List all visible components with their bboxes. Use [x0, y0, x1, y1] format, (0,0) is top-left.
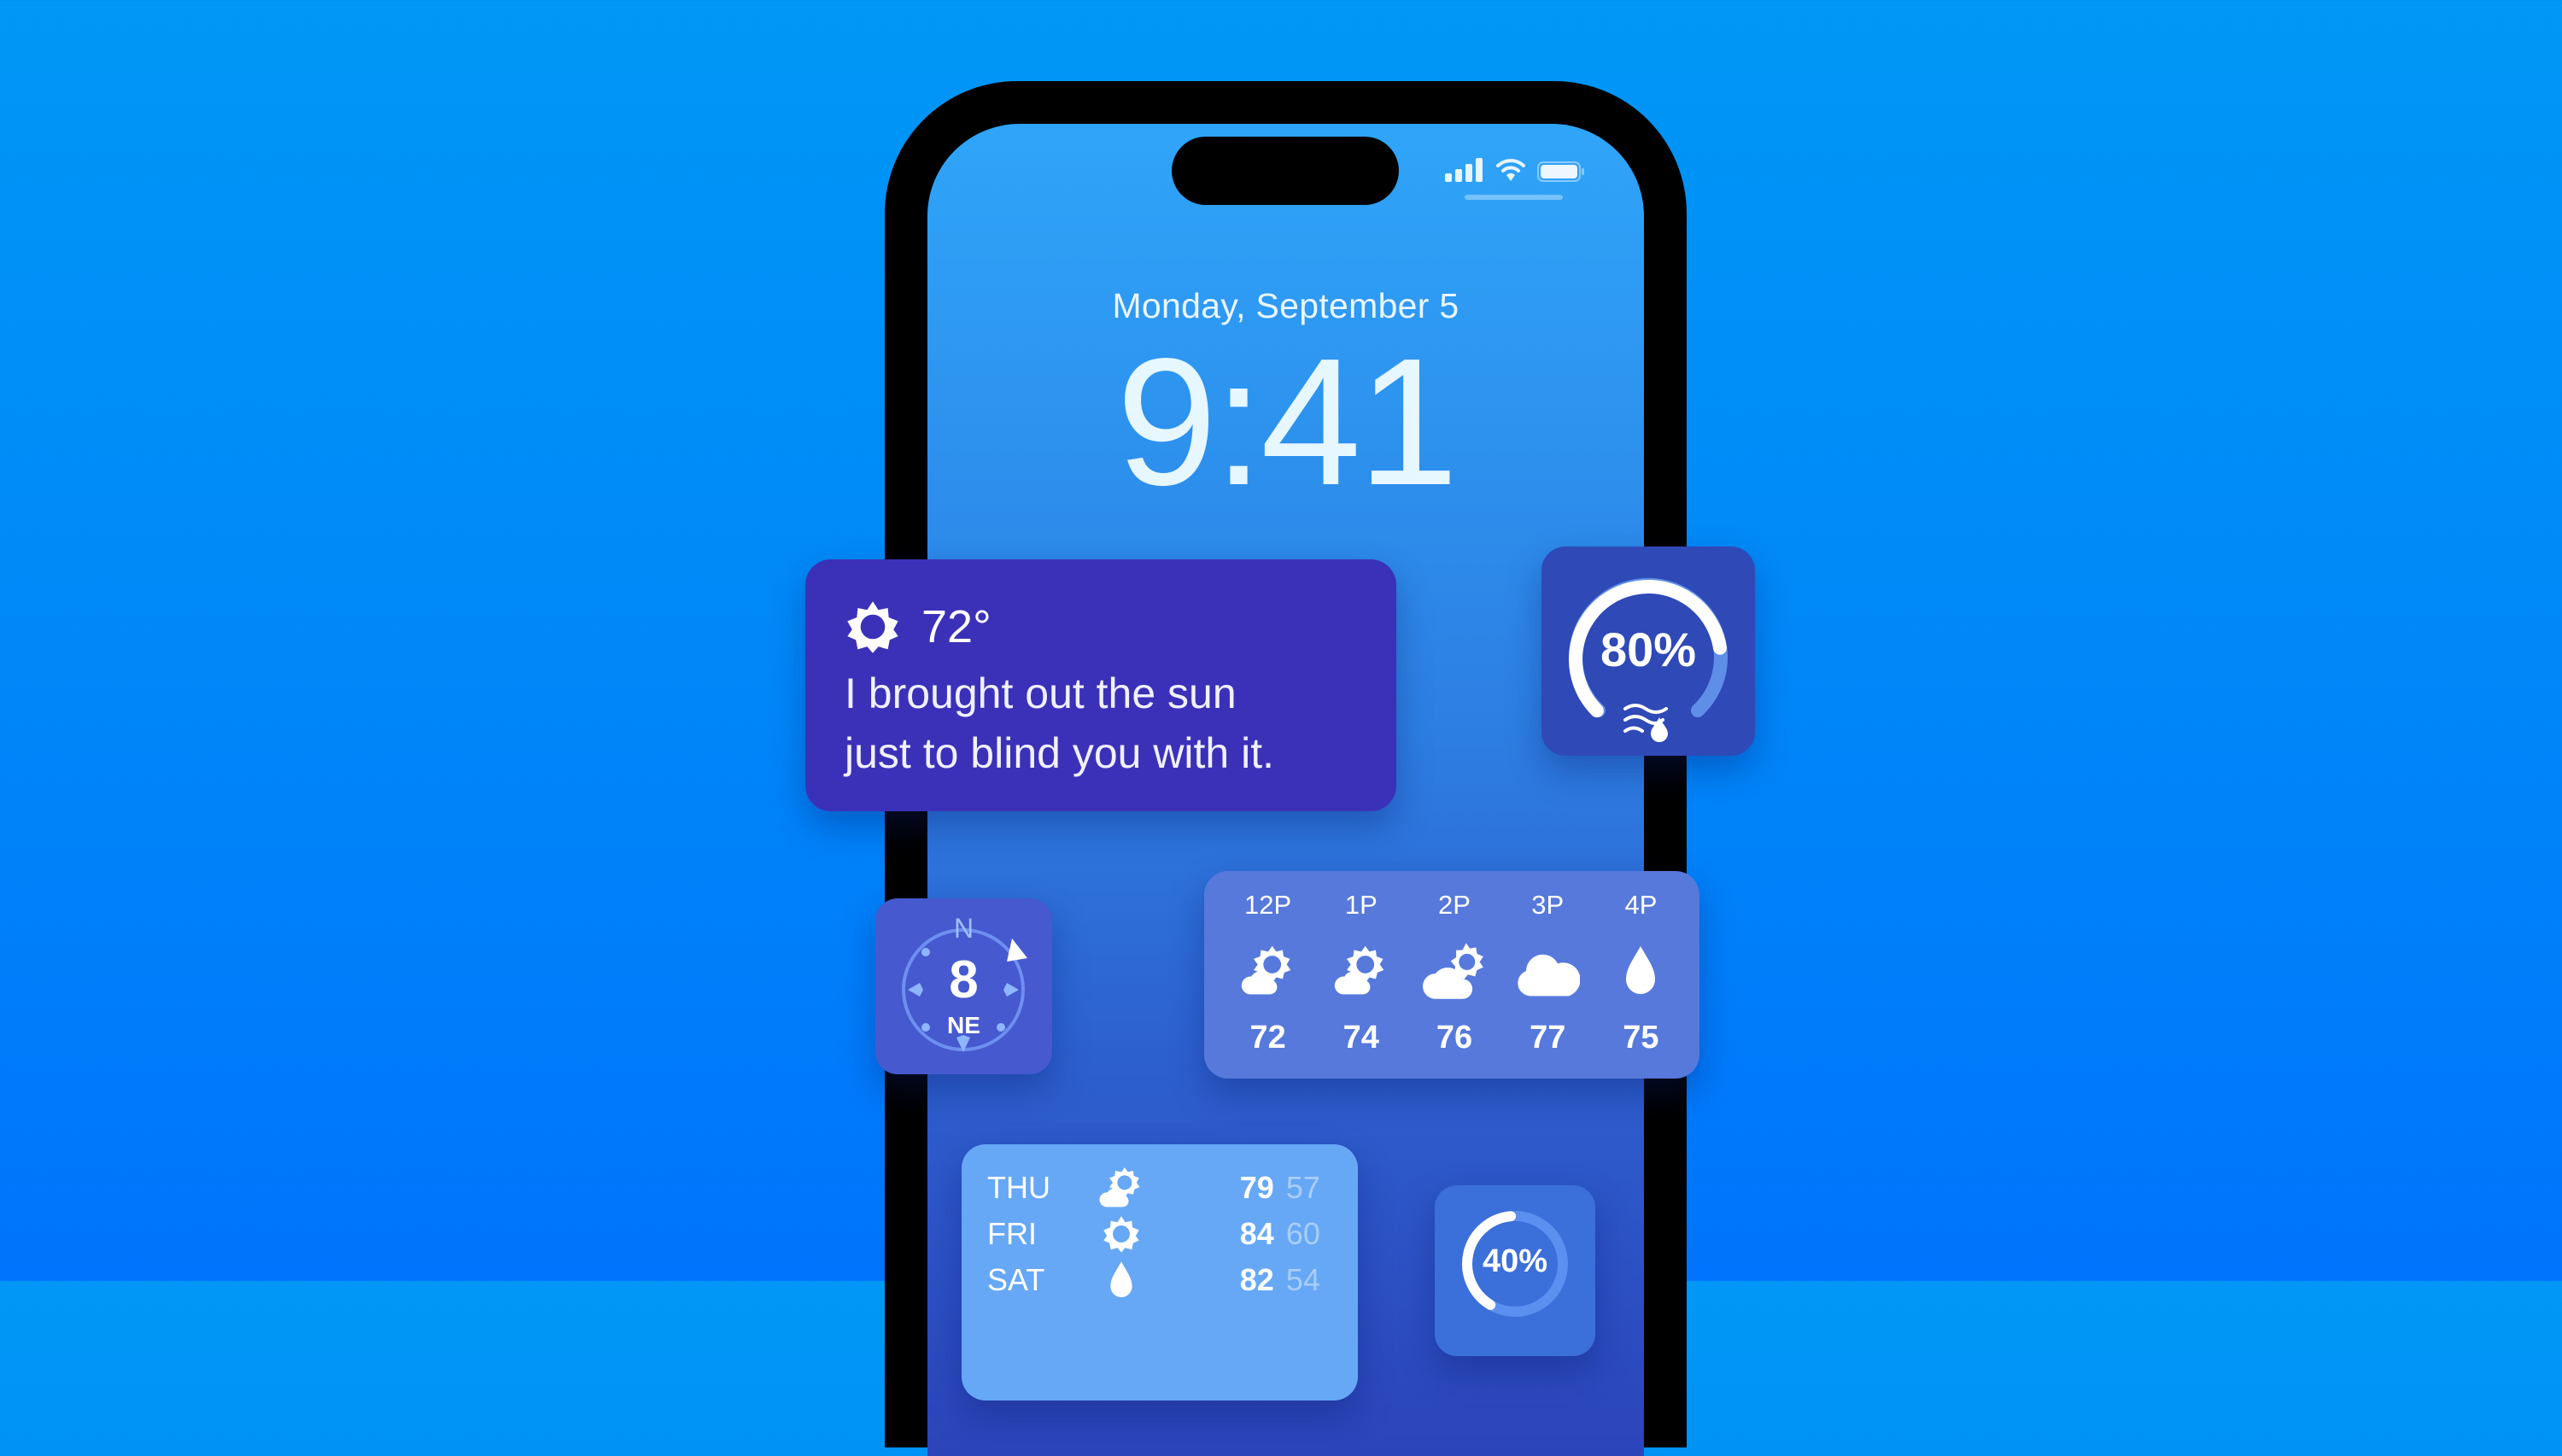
wind-widget[interactable]: N 8 NE	[875, 898, 1052, 1074]
quote-line-1: I brought out the sun	[845, 670, 1237, 717]
sun-icon	[1102, 1214, 1141, 1254]
status-bar	[1445, 158, 1585, 182]
humidity-value: 80%	[1600, 623, 1697, 676]
forecast-hour: 1P	[1344, 890, 1378, 920]
daily-forecast-row: SAT 82 54	[987, 1257, 1332, 1303]
forecast-day: THU	[987, 1170, 1050, 1205]
wind-speed: 8	[949, 950, 979, 1009]
precipitation-widget[interactable]: 40%	[1435, 1185, 1595, 1356]
battery-icon	[1537, 161, 1584, 182]
humidity-widget[interactable]: 80%	[1541, 547, 1755, 756]
partly-sunny-icon	[1098, 1165, 1144, 1211]
compass-north-label: N	[953, 913, 974, 944]
dynamic-island	[1172, 137, 1399, 205]
humidity-icon	[1623, 704, 1668, 742]
lock-screen-clock: 9:41	[1116, 320, 1459, 523]
forecast-temp: 76	[1436, 1020, 1473, 1055]
hourly-forecast-item: 2P 76	[1407, 890, 1500, 1056]
cloud-icon	[1515, 939, 1580, 1003]
forecast-low: 60	[1285, 1216, 1320, 1251]
forecast-temp: 77	[1530, 1020, 1566, 1055]
forecast-hour: 3P	[1531, 890, 1565, 920]
quote-line-2: just to blind you with it.	[845, 729, 1275, 777]
weather-quote-widget[interactable]: 72° I brought out the sun just to blind …	[805, 559, 1396, 811]
hourly-forecast-item: 4P 75	[1594, 890, 1688, 1056]
forecast-temp: 74	[1342, 1020, 1379, 1055]
forecast-high: 79	[1239, 1170, 1274, 1205]
forecast-high: 84	[1239, 1216, 1274, 1251]
daily-forecast-row: FRI 84 60	[987, 1211, 1332, 1257]
forecast-hour: 12P	[1244, 890, 1292, 920]
forecast-temp: 75	[1623, 1020, 1659, 1055]
partly-sunny-icon	[1240, 943, 1296, 999]
mostly-cloudy-icon	[1423, 939, 1486, 1003]
hourly-forecast-widget[interactable]: 12P 72 1P 74 2P 76 3P 77 4P 75	[1204, 871, 1699, 1079]
hourly-forecast-item: 1P 74	[1314, 890, 1407, 1056]
daily-forecast-row: THU 79 57	[987, 1165, 1332, 1211]
rain-drop-icon	[1611, 941, 1670, 1001]
sun-icon	[845, 599, 901, 655]
forecast-low: 54	[1285, 1262, 1320, 1297]
daily-forecast-widget[interactable]: THU 79 57 FRI 84 60 SAT 82 54	[962, 1144, 1358, 1400]
forecast-temp: 72	[1249, 1020, 1286, 1055]
wifi-icon	[1496, 159, 1525, 181]
cellular-signal-icon	[1445, 158, 1483, 182]
forecast-low: 57	[1285, 1170, 1320, 1205]
forecast-high: 82	[1239, 1262, 1274, 1297]
wind-direction: NE	[947, 1012, 980, 1038]
forecast-hour: 4P	[1624, 890, 1658, 920]
precipitation-value: 40%	[1482, 1243, 1548, 1279]
forecast-hour: 2P	[1438, 890, 1471, 920]
hourly-forecast-item: 12P 72	[1221, 890, 1314, 1056]
forecast-day: SAT	[987, 1262, 1045, 1297]
partly-sunny-icon	[1333, 943, 1389, 999]
status-indicator-bar	[1465, 195, 1563, 200]
current-temperature: 72°	[921, 601, 991, 652]
forecast-day: FRI	[987, 1216, 1037, 1251]
hourly-forecast-item: 3P 77	[1501, 890, 1594, 1056]
rain-drop-icon	[1099, 1258, 1144, 1302]
